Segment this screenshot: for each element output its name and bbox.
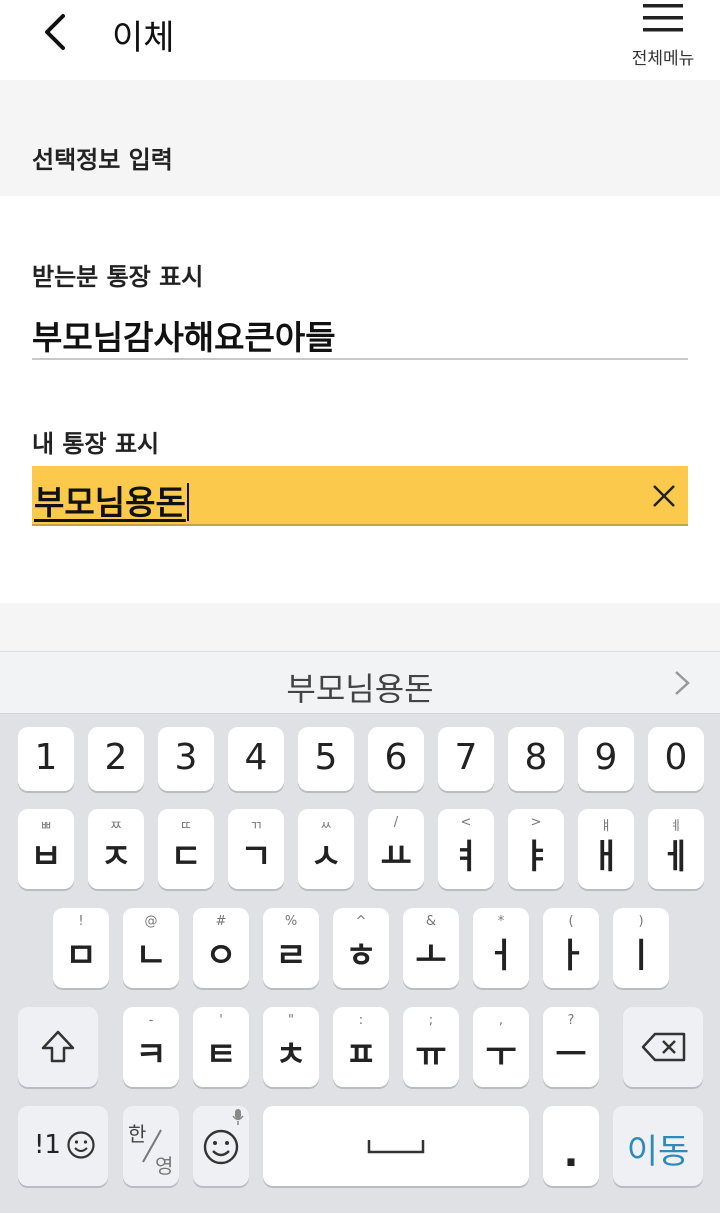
chevron-right-icon[interactable] xyxy=(668,668,696,698)
chevron-left-icon xyxy=(45,14,65,50)
key-9[interactable]: 9 xyxy=(578,727,634,791)
key-ieung[interactable]: # ㅇ xyxy=(193,908,249,988)
key-eu[interactable]: ? ㅡ xyxy=(543,1007,599,1087)
key-e[interactable]: ㅖㅔ xyxy=(648,809,704,889)
key-digeut[interactable]: ㄸㄷ xyxy=(158,809,214,889)
language-switch-key[interactable]: 한 영 xyxy=(123,1106,179,1186)
key-u[interactable]: ,ㅜ xyxy=(473,1007,529,1087)
full-menu-label: 전체메뉴 xyxy=(631,49,695,69)
key-7[interactable]: 7 xyxy=(438,727,494,791)
key-ya[interactable]: > ㅑ xyxy=(508,809,564,889)
clear-input-button[interactable] xyxy=(644,476,684,516)
symbols-label: !1 xyxy=(34,1130,61,1160)
key-8[interactable]: 8 xyxy=(508,727,564,791)
key-siot[interactable]: ㅆㅅ xyxy=(298,809,354,889)
section-title: 선택정보 입력 xyxy=(32,146,173,174)
lang-english-label: 영 xyxy=(155,1154,174,1178)
shift-icon xyxy=(41,1030,75,1063)
period-key[interactable]: . xyxy=(543,1106,599,1186)
keyboard: 1 2 3 4 5 6 7 8 9 0 ㅃㅂ ㅉㅈ ㄸㄷ ㄲㄱ ㅆㅅ / ㅛ < ㅕ… xyxy=(0,714,720,1213)
key-kieuk[interactable]: -ㅋ xyxy=(123,1007,179,1087)
enter-label: 이동 xyxy=(626,1132,690,1172)
key-nieun[interactable]: @ ㄴ xyxy=(123,908,179,988)
key-o[interactable]: & ㅗ xyxy=(403,908,459,988)
key-6[interactable]: 6 xyxy=(368,727,424,791)
back-button[interactable] xyxy=(28,8,84,56)
space-icon xyxy=(367,1140,425,1154)
recipient-display-label: 받는분 통장 표시 xyxy=(32,263,204,291)
space-key[interactable] xyxy=(263,1106,529,1186)
backspace-key[interactable] xyxy=(623,1007,703,1087)
emoji-small-icon xyxy=(67,1131,95,1159)
suggestion-word[interactable]: 부모님용돈 xyxy=(0,664,720,710)
microphone-icon xyxy=(232,1109,244,1125)
backspace-icon xyxy=(641,1032,686,1062)
key-2[interactable]: 2 xyxy=(88,727,144,791)
enter-key[interactable]: 이동 xyxy=(613,1106,703,1186)
close-icon xyxy=(653,485,675,507)
key-1[interactable]: 1 xyxy=(18,727,74,791)
key-a[interactable]: (ㅏ xyxy=(543,908,599,988)
key-ae[interactable]: ㅒㅐ xyxy=(578,809,634,889)
key-jieut[interactable]: ㅉㅈ xyxy=(88,809,144,889)
keyboard-suggestion-bar: 부모님용돈 xyxy=(0,651,720,714)
hamburger-icon xyxy=(643,4,683,32)
text-cursor xyxy=(186,483,189,521)
key-0[interactable]: 0 xyxy=(648,727,704,791)
key-4[interactable]: 4 xyxy=(228,727,284,791)
recipient-display-input[interactable]: 부모님감사해요큰아들 xyxy=(32,311,336,359)
app-header: 이체 전체메뉴 xyxy=(0,0,720,80)
key-i[interactable]: ) ㅣ xyxy=(613,908,669,988)
recipient-input-underline xyxy=(32,358,688,360)
my-display-value: 부모님용돈 xyxy=(34,483,186,522)
shift-key[interactable] xyxy=(18,1007,98,1087)
full-menu-button[interactable]: 전체메뉴 xyxy=(620,0,710,72)
key-3[interactable]: 3 xyxy=(158,727,214,791)
key-eo[interactable]: * ㅓ xyxy=(473,908,529,988)
section-header xyxy=(0,80,720,196)
key-pieup[interactable]: :ㅍ xyxy=(333,1007,389,1087)
emoji-icon xyxy=(203,1129,239,1165)
my-display-input[interactable]: 부모님용돈 xyxy=(32,466,688,526)
content-bottom-band xyxy=(0,603,720,651)
key-giyeok[interactable]: ㄲㄱ xyxy=(228,809,284,889)
key-rieul[interactable]: % ㄹ xyxy=(263,908,319,988)
key-chieut[interactable]: " ㅊ xyxy=(263,1007,319,1087)
symbols-key[interactable]: !1 xyxy=(18,1106,108,1186)
key-yeo[interactable]: < ㅕ xyxy=(438,809,494,889)
emoji-key[interactable] xyxy=(193,1106,249,1186)
key-5[interactable]: 5 xyxy=(298,727,354,791)
key-yu[interactable]: ; ㅠ xyxy=(403,1007,459,1087)
key-hieut[interactable]: ^ ㅎ xyxy=(333,908,389,988)
key-tieut[interactable]: ' ㅌ xyxy=(193,1007,249,1087)
page-title: 이체 xyxy=(112,18,175,58)
key-mieum[interactable]: ! ㅁ xyxy=(53,908,109,988)
key-bieup[interactable]: ㅃㅂ xyxy=(18,809,74,889)
key-yo[interactable]: / ㅛ xyxy=(368,809,424,889)
my-display-input-text: 부모님용돈 xyxy=(34,476,189,524)
my-display-label: 내 통장 표시 xyxy=(32,430,160,458)
